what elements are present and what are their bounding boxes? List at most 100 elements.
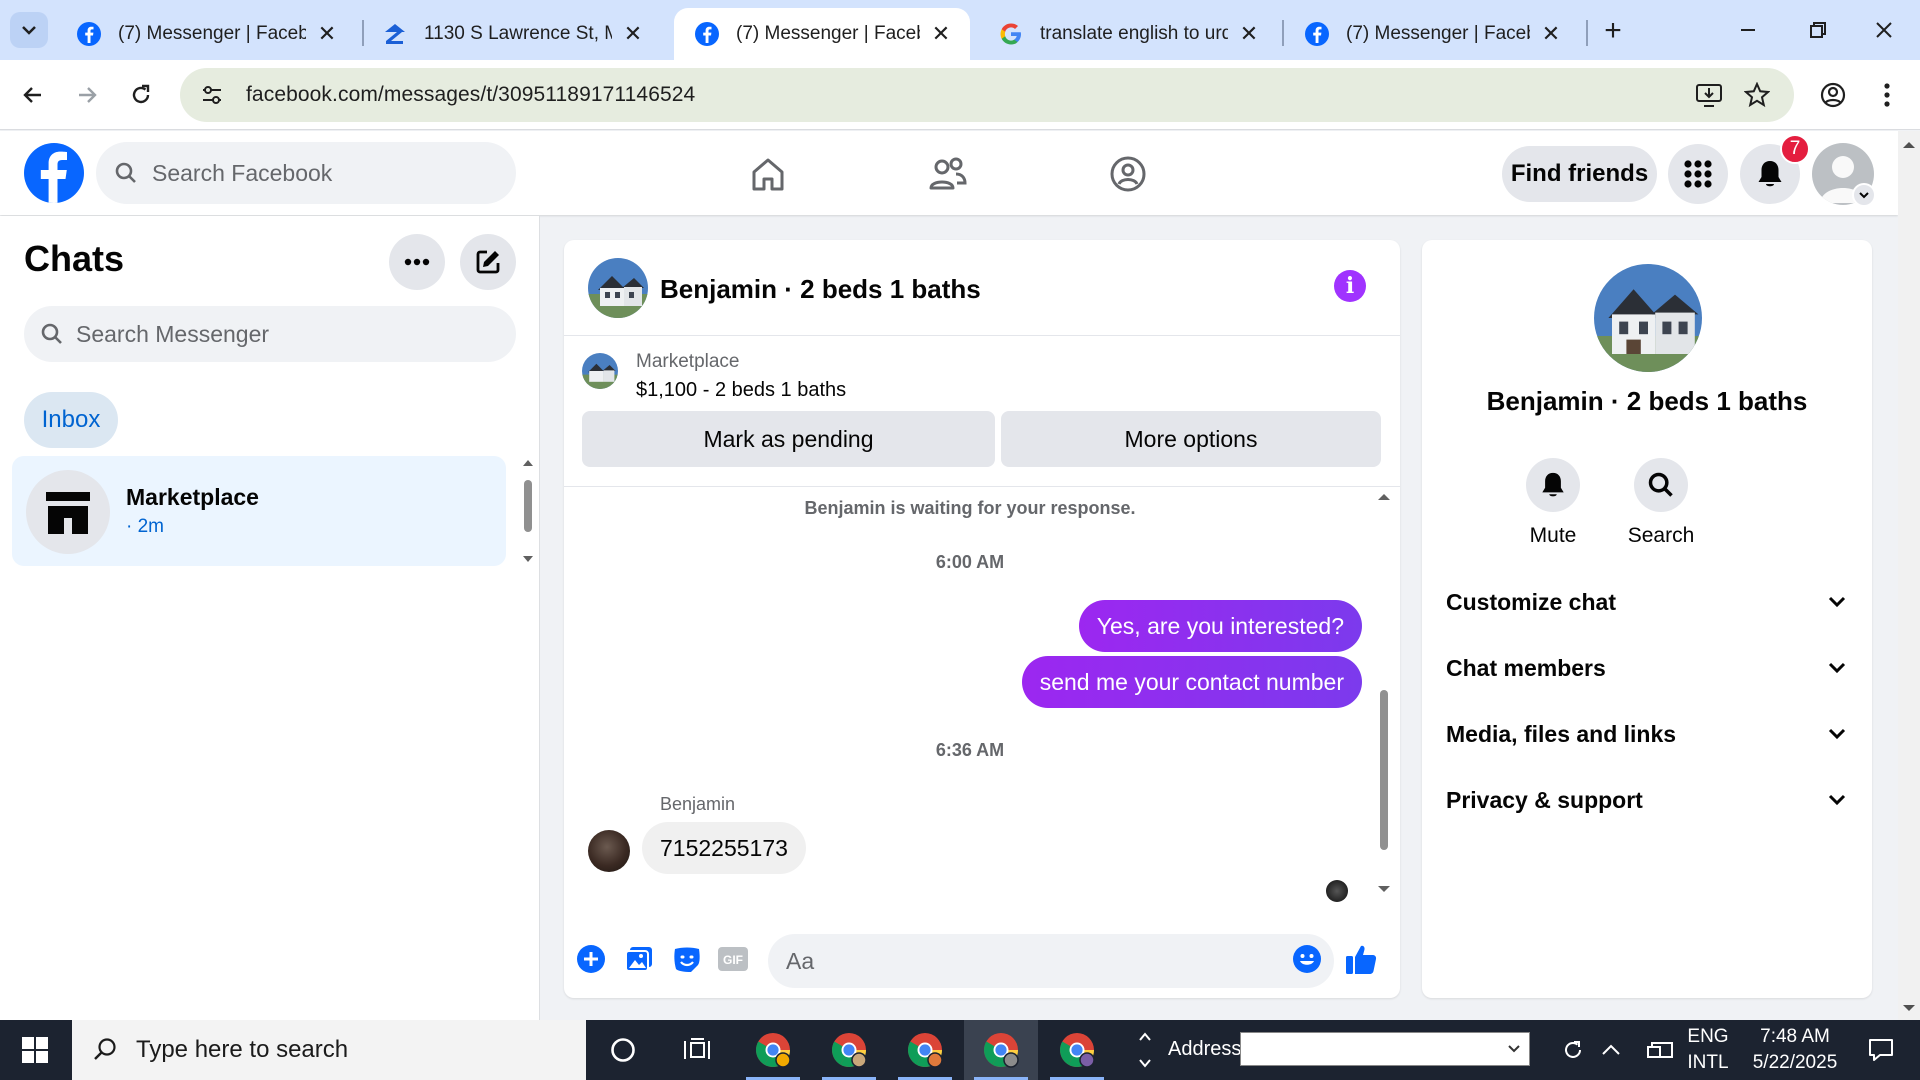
browser-tab[interactable]: (7) Messenger | Facebook ✕ (56, 8, 356, 60)
chrome-taskbar-icon[interactable] (736, 1020, 810, 1080)
message-composer: GIF Aa (564, 920, 1400, 998)
chrome-taskbar-icon[interactable] (812, 1020, 886, 1080)
bookmark-button[interactable] (1738, 76, 1776, 114)
site-info-icon[interactable] (192, 75, 232, 115)
conversation-info-icon[interactable]: i (1334, 270, 1366, 302)
message-input[interactable]: Aa (768, 934, 1334, 988)
address-toolbar-input[interactable] (1240, 1032, 1530, 1066)
emoji-icon[interactable] (1290, 942, 1324, 976)
close-tab-icon[interactable]: ✕ (1238, 21, 1260, 47)
messenger-search-input[interactable]: Search Messenger (24, 306, 516, 362)
sender-avatar[interactable] (588, 830, 630, 872)
search-action[interactable]: Search (1616, 458, 1706, 548)
browser-tab[interactable]: translate english to urdu ✕ (978, 8, 1278, 60)
network-button[interactable] (1640, 1020, 1680, 1080)
close-tab-icon[interactable]: ✕ (316, 21, 338, 47)
chat-list-item[interactable]: Marketplace · 2m (12, 456, 506, 566)
clock[interactable]: 7:48 AM 5/22/2025 (1740, 1024, 1850, 1076)
facebook-logo[interactable] (24, 143, 84, 203)
mute-action[interactable]: Mute (1508, 458, 1598, 548)
listing-house-thumbnail[interactable] (588, 258, 648, 318)
new-tab-button[interactable]: + (1596, 14, 1630, 48)
listing-thumbnail[interactable] (582, 353, 618, 389)
nav-groups[interactable] (1098, 149, 1158, 199)
gif-icon[interactable]: GIF (716, 942, 750, 976)
tab-search-button[interactable] (10, 12, 48, 48)
new-message-button[interactable] (460, 234, 516, 290)
start-button[interactable] (0, 1020, 70, 1080)
show-hidden-icons-button[interactable] (1594, 1020, 1628, 1080)
input-language[interactable]: ENG INTL (1686, 1024, 1730, 1076)
chevron-down-icon (1828, 662, 1846, 674)
tab-title: (7) Messenger | Facebook (736, 23, 920, 44)
compose-icon (476, 250, 500, 274)
browser-tab-strip: (7) Messenger | Facebook ✕ 1130 S Lawren… (0, 0, 1920, 60)
photo-icon[interactable] (622, 942, 656, 976)
chrome-taskbar-icon[interactable] (1040, 1020, 1114, 1080)
chats-options-button[interactable] (389, 234, 445, 290)
customize-chat-section[interactable]: Customize chat (1446, 582, 1846, 622)
cortana-button[interactable] (586, 1020, 660, 1080)
thumbs-up-icon[interactable] (1344, 942, 1378, 976)
listing-price[interactable]: $1,100 - 2 beds 1 baths (636, 379, 846, 402)
address-bar[interactable]: facebook.com/messages/t/3095118917114652… (180, 68, 1794, 122)
back-button[interactable] (14, 76, 52, 114)
address-go-button[interactable] (1556, 1020, 1590, 1080)
chrome-icon (832, 1033, 867, 1068)
reload-button[interactable] (122, 76, 160, 114)
minimize-button[interactable] (1716, 8, 1780, 52)
url-text[interactable]: facebook.com/messages/t/3095118917114652… (246, 83, 695, 107)
search-icon (115, 162, 136, 183)
browser-tab[interactable]: 1130 S Lawrence St, Mon ✕ (362, 8, 662, 60)
install-app-button[interactable] (1690, 76, 1728, 114)
more-options-button[interactable]: More options (1001, 411, 1381, 467)
outgoing-message[interactable]: send me your contact number (1021, 656, 1362, 708)
browser-menu-button[interactable] (1868, 76, 1906, 114)
chat-info-avatar[interactable] (1594, 264, 1702, 372)
find-friends-button[interactable]: Find friends (1502, 146, 1657, 202)
forward-button[interactable] (68, 76, 106, 114)
minimize-icon (1741, 29, 1755, 31)
chat-members-section[interactable]: Chat members (1446, 648, 1846, 688)
chevron-down-icon (1828, 794, 1846, 806)
task-view-button[interactable] (660, 1020, 734, 1080)
facebook-icon (695, 22, 719, 46)
account-caret[interactable] (1852, 183, 1876, 207)
more-vertical-icon (1884, 83, 1890, 107)
restore-button[interactable] (1786, 8, 1850, 52)
close-tab-icon[interactable]: ✕ (930, 21, 952, 47)
close-window-button[interactable] (1852, 8, 1916, 52)
close-tab-icon[interactable]: ✕ (622, 21, 644, 47)
privacy-support-section[interactable]: Privacy & support (1446, 780, 1846, 820)
taskbar-search-box[interactable]: Type here to search (72, 1020, 586, 1080)
plus-circle-icon[interactable] (574, 942, 608, 976)
facebook-search-input[interactable]: Search Facebook (96, 142, 516, 204)
refresh-icon (1565, 1041, 1581, 1058)
chrome-taskbar-icon[interactable] (888, 1020, 962, 1080)
incoming-message[interactable]: 7152255173 (642, 822, 806, 874)
mute-label: Mute (1529, 524, 1577, 547)
menu-button[interactable] (1668, 144, 1728, 204)
tab-title: (7) Messenger | Facebook (1346, 23, 1530, 44)
conversation-title[interactable]: Benjamin · 2 beds 1 baths (660, 274, 981, 305)
nav-home[interactable] (738, 149, 798, 199)
chrome-taskbar-icon-active[interactable] (964, 1020, 1038, 1080)
conversation-scrollbar[interactable] (1374, 488, 1394, 898)
action-center-button[interactable] (1850, 1020, 1912, 1080)
profile-button[interactable] (1814, 76, 1852, 114)
section-label: Privacy & support (1446, 786, 1643, 813)
browser-tab-active[interactable]: (7) Messenger | Facebook ✕ (674, 8, 970, 60)
chat-info-panel: Benjamin · 2 beds 1 baths Mute Search Cu… (1422, 240, 1872, 998)
browser-tab[interactable]: (7) Messenger | Facebook ✕ (1284, 8, 1580, 60)
inbox-filter-chip[interactable]: Inbox (24, 392, 118, 448)
outgoing-message[interactable]: Yes, are you interested? (1078, 600, 1362, 652)
media-files-links-section[interactable]: Media, files and links (1446, 714, 1846, 754)
page-scrollbar[interactable] (1898, 131, 1920, 1020)
nav-friends[interactable] (918, 149, 978, 199)
toolbar-scroll-arrows[interactable] (1132, 1020, 1158, 1080)
chat-list-scrollbar[interactable] (522, 456, 534, 566)
mark-as-pending-button[interactable]: Mark as pending (582, 411, 995, 467)
sticker-icon[interactable] (670, 942, 704, 976)
close-tab-icon[interactable]: ✕ (1540, 21, 1562, 47)
grid-menu-icon (1684, 160, 1712, 188)
